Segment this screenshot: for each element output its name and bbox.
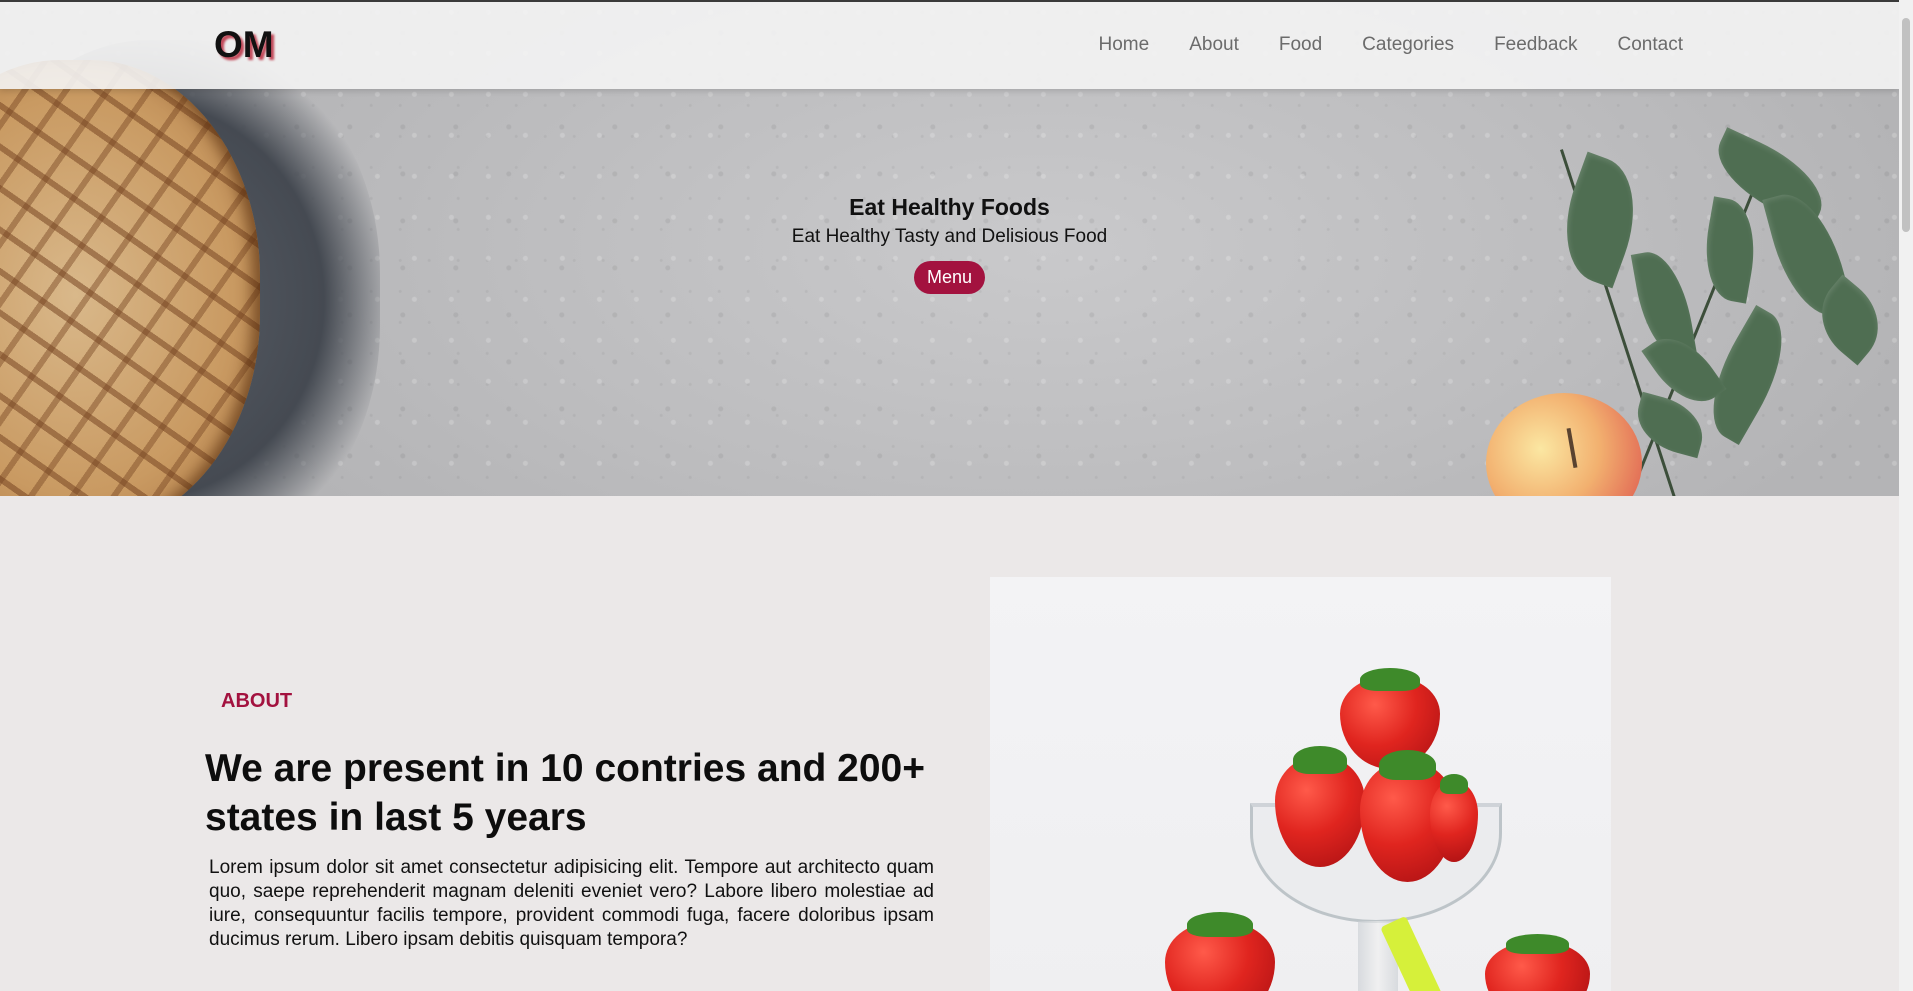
nav-link-contact[interactable]: Contact xyxy=(1618,34,1683,56)
about-text: Lorem ipsum dolor sit amet consectetur a… xyxy=(209,857,934,950)
navbar: OM Home About Food Categories Feedback C… xyxy=(0,0,1899,89)
scrollbar-thumb[interactable] xyxy=(1902,18,1910,232)
nav-link-home[interactable]: Home xyxy=(1099,34,1150,56)
hero-content: Eat Healthy Foods Eat Healthy Tasty and … xyxy=(0,190,1899,294)
logo[interactable]: OM xyxy=(214,24,274,66)
nav-links: Home About Food Categories Feedback Cont… xyxy=(1099,34,1683,56)
hero-title: Eat Healthy Foods xyxy=(849,194,1050,220)
hero-subtitle: Eat Healthy Tasty and Delisious Food xyxy=(791,226,1108,247)
strawberries-image xyxy=(990,577,1611,991)
nav-link-categories[interactable]: Categories xyxy=(1362,34,1454,56)
menu-button[interactable]: Menu xyxy=(913,261,986,294)
nav-link-feedback[interactable]: Feedback xyxy=(1494,34,1577,56)
nav-link-about[interactable]: About xyxy=(1189,34,1239,56)
nav-link-food[interactable]: Food xyxy=(1279,34,1322,56)
page-scrollbar[interactable] xyxy=(1899,0,1913,991)
about-tag: ABOUT xyxy=(221,690,293,712)
about-heading: We are present in 10 contries and 200+ s… xyxy=(205,747,926,839)
